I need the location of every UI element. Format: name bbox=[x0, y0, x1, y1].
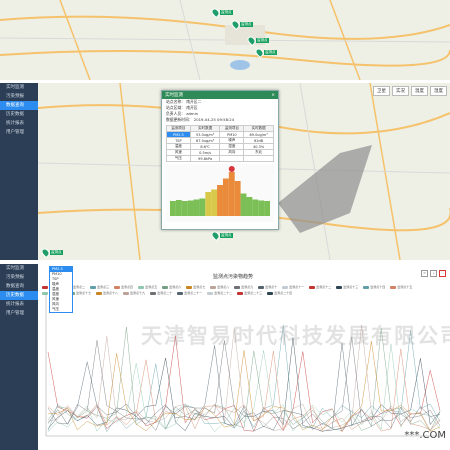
legend-item[interactable]: 监测点三 bbox=[90, 285, 109, 289]
chart-panel-bottom: 实时监测 污染预报 数据查询 历史数据 统计报表 用户管理 监测点污染物趋势 ↺… bbox=[0, 264, 450, 450]
popup-header: 实时监测 × bbox=[162, 91, 278, 99]
chart-bar bbox=[187, 200, 194, 216]
sidebar-item[interactable]: 用户管理 bbox=[0, 128, 38, 137]
site-stamp: ***.COM bbox=[404, 430, 446, 441]
legend-item[interactable]: 监测点十九 bbox=[123, 291, 145, 295]
map-control-button[interactable]: 实况 bbox=[392, 86, 409, 96]
table-cell bbox=[219, 155, 245, 162]
legend-item[interactable]: 监测点十二 bbox=[309, 285, 331, 289]
legend-item[interactable]: 监测点十八 bbox=[96, 291, 118, 295]
sidebar-item[interactable]: 历史数据 bbox=[0, 110, 38, 119]
chart-bar bbox=[246, 197, 253, 216]
map-control-button[interactable]: 湿度 bbox=[430, 86, 447, 96]
location-pin-icon bbox=[253, 46, 266, 59]
sidebar: 实时监测 污染预报 数据查询 历史数据 统计报表 用户管理 bbox=[0, 264, 38, 450]
legend-item[interactable]: 监测点八 bbox=[210, 285, 229, 289]
sidebar-item[interactable]: 数据查询 bbox=[0, 282, 38, 291]
map-marker[interactable]: 监测点 bbox=[245, 34, 269, 47]
chart-title: 监测点污染物趋势 bbox=[213, 274, 254, 280]
map-marker[interactable]: 监测点 bbox=[209, 229, 233, 242]
legend-item[interactable]: 监测点十三 bbox=[336, 285, 358, 289]
chart-bar bbox=[181, 201, 188, 216]
series-line[interactable] bbox=[47, 341, 441, 432]
chart-toolbox: ↺ ⤓ ⛶ bbox=[421, 270, 446, 277]
map-marker[interactable]: 监测点 bbox=[253, 46, 277, 59]
sidebar-item[interactable]: 统计报表 bbox=[0, 119, 38, 128]
sidebar-item[interactable]: 实时监测 bbox=[0, 264, 38, 273]
download-icon[interactable]: ⤓ bbox=[430, 270, 437, 277]
chart-bar bbox=[205, 192, 212, 216]
chart-bar bbox=[222, 178, 229, 216]
sidebar-item[interactable]: 统计报表 bbox=[0, 300, 38, 309]
station-popup[interactable]: 实时监测 × 站点名称： 南开区二 站点区域： 南开区 负责人员： admin … bbox=[161, 90, 279, 230]
sidebar-item[interactable]: 污染预报 bbox=[0, 273, 38, 282]
table-cell: 99.8kPa bbox=[189, 155, 221, 162]
map-panel-top[interactable]: 监测点 监测点 监测点 监测点 bbox=[0, 0, 450, 80]
location-pin-icon bbox=[39, 246, 52, 259]
legend-item[interactable]: 监测点二十二 bbox=[207, 291, 232, 295]
chart-bar bbox=[240, 193, 247, 216]
chart-bar bbox=[252, 199, 259, 216]
trend-chart-svg[interactable] bbox=[38, 284, 450, 444]
legend-item[interactable]: 监测点二十一 bbox=[177, 291, 202, 295]
chart-bar bbox=[211, 189, 218, 216]
map-controls: 卫星 实况 温度 湿度 bbox=[373, 86, 447, 96]
peak-marker[interactable] bbox=[228, 166, 235, 172]
popup-trend-chart[interactable] bbox=[166, 164, 274, 222]
chart-bar bbox=[258, 200, 265, 216]
location-pin-icon bbox=[245, 34, 258, 47]
legend-item[interactable]: 监测点二十三 bbox=[237, 291, 262, 295]
map-marker[interactable]: 监测点 bbox=[209, 6, 233, 19]
refresh-icon[interactable]: ↺ bbox=[421, 270, 428, 277]
watermark-text: 天津智易时代科技发展有限公司 bbox=[141, 324, 450, 348]
popup-info-row: 数据更新时间： 2019-04-25 09:58:24 bbox=[166, 117, 235, 122]
close-icon[interactable]: × bbox=[271, 93, 275, 98]
sidebar-item[interactable]: 实时监测 bbox=[0, 83, 38, 92]
chart-bar bbox=[175, 200, 182, 216]
dropdown-option[interactable]: 气压 bbox=[50, 307, 72, 312]
legend-item[interactable]: 监测点九 bbox=[234, 285, 253, 289]
legend-item[interactable]: 监测点十四 bbox=[363, 285, 385, 289]
legend-item[interactable]: 监测点四 bbox=[114, 285, 133, 289]
legend-item[interactable]: 监测点二十 bbox=[150, 291, 172, 295]
chart-bar bbox=[228, 172, 235, 216]
map-marker[interactable]: 监测点 bbox=[39, 246, 63, 259]
legend-item[interactable]: 监测点十一 bbox=[282, 285, 304, 289]
popup-data-table: 监测项目 实时数据 监测项目 实时数据 PM2.5 53.0ug/m³ PM10… bbox=[166, 125, 274, 162]
map-control-button[interactable]: 温度 bbox=[411, 86, 428, 96]
sidebar-item-active[interactable]: 历史数据 bbox=[0, 291, 38, 300]
sidebar-item[interactable]: 污染预报 bbox=[0, 92, 38, 101]
series-line[interactable] bbox=[47, 343, 441, 432]
chart-bar bbox=[264, 201, 270, 216]
fullscreen-icon[interactable]: ⛶ bbox=[439, 270, 446, 277]
legend-item[interactable]: 监测点五 bbox=[138, 285, 157, 289]
pollutant-dropdown[interactable]: PM2.5 PM10 TSP 噪声 温度 湿度 风速 风向 气压 bbox=[49, 266, 73, 313]
chart-bar bbox=[170, 201, 176, 216]
sidebar-item-active[interactable]: 数据查询 bbox=[0, 101, 38, 110]
location-pin-icon bbox=[209, 6, 222, 19]
legend-item[interactable]: 监测点六 bbox=[162, 285, 181, 289]
legend-item[interactable]: 监测点十五 bbox=[390, 285, 412, 289]
legend-item[interactable]: 监测点七 bbox=[186, 285, 205, 289]
table-row[interactable]: 气压 99.8kPa bbox=[166, 155, 274, 162]
sidebar-item[interactable]: 用户管理 bbox=[0, 309, 38, 318]
table-cell[interactable]: 气压 bbox=[166, 155, 191, 162]
chart-legend: 监测点一监测点二监测点三监测点四监测点五监测点六监测点七监测点八监测点九监测点十… bbox=[42, 284, 442, 296]
legend-item[interactable]: 监测点十 bbox=[258, 285, 277, 289]
chart-bar bbox=[199, 198, 206, 216]
sidebar: 实时监测 污染预报 数据查询 历史数据 统计报表 用户管理 bbox=[0, 83, 38, 260]
series-line[interactable] bbox=[47, 348, 441, 432]
map-marker[interactable]: 监测点 bbox=[229, 18, 253, 31]
chart-bar bbox=[234, 181, 241, 216]
map-control-button[interactable]: 卫星 bbox=[373, 86, 390, 96]
legend-item[interactable]: 监测点二十四 bbox=[267, 291, 292, 295]
location-pin-icon bbox=[209, 229, 222, 242]
location-pin-icon bbox=[229, 18, 242, 31]
table-cell bbox=[243, 155, 274, 162]
popup-title: 实时监测 bbox=[165, 93, 183, 98]
chart-bar bbox=[193, 199, 200, 216]
chart-bar bbox=[217, 185, 223, 216]
